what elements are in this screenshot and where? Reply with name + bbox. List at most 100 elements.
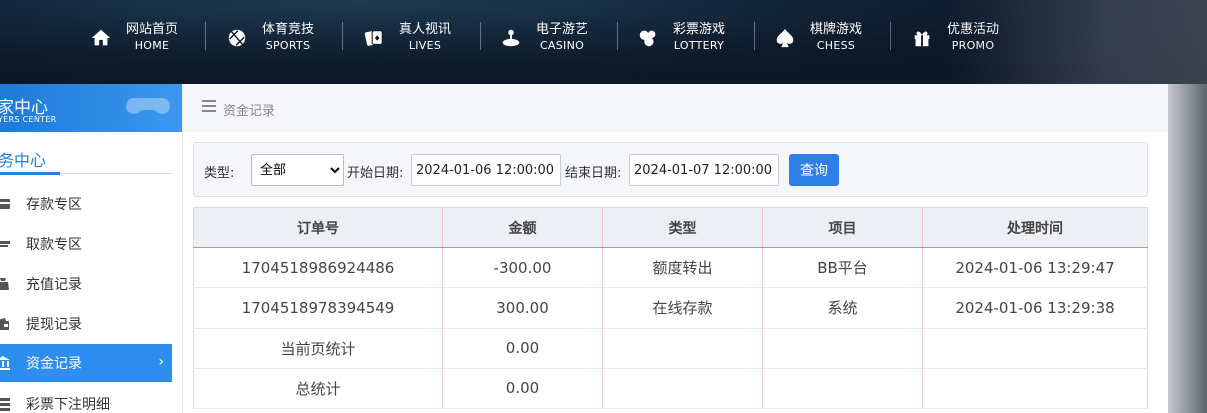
menu-icon <box>202 100 216 112</box>
nav-sublabel: CASINO <box>539 39 585 52</box>
sidebar-item-label: 充值记录 <box>26 277 82 293</box>
nav-label: 彩票游戏 <box>673 22 726 37</box>
cell-empty <box>602 328 763 369</box>
cell-empty <box>762 328 923 369</box>
sidebar-item-label: 取款专区 <box>26 237 82 253</box>
page-summary-row: 当前页统计 0.00 <box>193 328 1148 369</box>
nav-label: 体育竞技 <box>262 22 315 37</box>
end-date-input[interactable] <box>629 154 779 186</box>
start-date-input[interactable] <box>411 154 561 186</box>
nav-divider <box>342 22 343 50</box>
cell-empty <box>762 368 923 410</box>
cell-summary-label: 总统计 <box>193 368 443 410</box>
nav-label: 棋牌游戏 <box>810 22 863 37</box>
nav-sublabel: HOME <box>134 39 170 52</box>
nav-lottery[interactable]: 彩票游戏 LOTTERY <box>635 18 725 58</box>
sidebar-item-deposit[interactable]: 存款专区 <box>0 185 172 223</box>
sidebar-item-label: 存款专区 <box>26 197 82 213</box>
end-date-label: 结束日期: <box>565 166 622 181</box>
section-underline <box>0 172 60 175</box>
table-row: 1704518986924486 -300.00 额度转出 BB平台 2024-… <box>193 247 1148 289</box>
nav-chess[interactable]: 棋牌游戏 CHESS <box>772 18 862 58</box>
page-edge-shade <box>1167 84 1207 413</box>
sidebar-item-label: 提现记录 <box>26 317 82 333</box>
cell-empty <box>602 368 763 410</box>
home-icon <box>88 25 114 51</box>
bank-icon <box>0 356 10 370</box>
col-order-no: 订单号 <box>193 207 443 248</box>
nav-sports[interactable]: 体育竞技 SPORTS <box>224 18 314 58</box>
nav-home[interactable]: 网站首页 HOME <box>88 18 178 58</box>
cell-summary-label: 当前页统计 <box>193 328 443 369</box>
chevron-right-icon: › <box>158 354 164 370</box>
cell-amount: -300.00 <box>442 247 603 289</box>
cell-empty <box>922 328 1148 369</box>
sidebar-item-withdraw[interactable]: 取款专区 <box>0 225 172 263</box>
sidebar-section-title: 务中心 <box>0 151 47 170</box>
list-icon <box>0 397 10 411</box>
cell-empty <box>922 368 1148 410</box>
gift-icon <box>909 25 935 51</box>
filter-bar: 类型: 全部 开始日期: 结束日期: 查询 <box>193 142 1148 197</box>
cell-type: 在线存款 <box>602 287 763 329</box>
table-row: 1704518978394549 300.00 在线存款 系统 2024-01-… <box>193 287 1148 329</box>
nav-divider <box>480 22 481 50</box>
col-type: 类型 <box>602 207 763 248</box>
nav-sublabel: LOTTERY <box>673 39 725 52</box>
card-icon <box>0 197 10 211</box>
cell-summary-amount: 0.00 <box>442 368 603 410</box>
cards-icon <box>361 25 387 51</box>
nav-casino[interactable]: 电子游艺 CASINO <box>498 18 588 58</box>
start-date-label: 开始日期: <box>347 166 404 181</box>
col-item: 项目 <box>762 207 923 248</box>
breadcrumb: 资金记录 <box>183 84 1168 132</box>
nav-promo[interactable]: 优惠活动 PROMO <box>909 18 999 58</box>
sidebar-item-label: 资金记录 <box>26 356 82 372</box>
sidebar-section: 务中心 <box>0 138 172 175</box>
cell-order-no: 1704518986924486 <box>193 247 443 289</box>
bag-icon <box>0 277 10 291</box>
sidebar-item-withdraw-records[interactable]: 提现记录 <box>0 305 172 343</box>
sidebar-subtitle: YERS CENTER <box>0 115 57 124</box>
top-navigation: 网站首页 HOME 体育竞技 SPORTS 真人视讯 LIVES 电子游艺 CASINO… <box>0 0 1207 84</box>
spade-icon <box>772 25 798 51</box>
cell-time: 2024-01-06 13:29:47 <box>922 247 1148 289</box>
cell-time: 2024-01-06 13:29:38 <box>922 287 1148 329</box>
gamepad-icon <box>126 98 170 114</box>
joystick-icon <box>498 25 524 51</box>
lottery-balls-icon <box>635 25 661 51</box>
sidebar-item-lottery-bets[interactable]: 彩票下注明细 <box>0 385 172 413</box>
nav-sublabel: SPORTS <box>265 39 311 52</box>
nav-sublabel: CHESS <box>816 39 856 52</box>
cell-amount: 300.00 <box>442 287 603 329</box>
sidebar-item-fund-records[interactable]: 资金记录 › <box>0 344 172 382</box>
col-amount: 金额 <box>442 207 603 248</box>
sidebar-header: 家中心 YERS CENTER <box>0 84 182 132</box>
cell-summary-amount: 0.00 <box>442 328 603 369</box>
nav-label: 网站首页 <box>126 22 179 37</box>
main-panel: 资金记录 类型: 全部 开始日期: 结束日期: 查询 订单号 金额 类型 项目 … <box>183 84 1168 413</box>
cash-icon <box>0 237 10 251</box>
cell-type: 额度转出 <box>602 247 763 289</box>
cell-item: 系统 <box>762 287 923 329</box>
col-time: 处理时间 <box>922 207 1148 248</box>
type-label: 类型: <box>204 166 235 181</box>
query-button[interactable]: 查询 <box>789 154 839 186</box>
table-header-row: 订单号 金额 类型 项目 处理时间 <box>193 207 1148 248</box>
sidebar-item-label: 彩票下注明细 <box>26 397 110 413</box>
nav-sublabel: PROMO <box>951 39 995 52</box>
nav-divider <box>205 22 206 50</box>
cell-item: BB平台 <box>762 247 923 289</box>
ball-icon <box>224 25 250 51</box>
sidebar: 家中心 YERS CENTER 务中心 存款专区 取款专区 充值记录 提现记录 … <box>0 84 182 413</box>
fund-records-table: 订单号 金额 类型 项目 处理时间 1704518986924486 -300.… <box>193 207 1148 410</box>
nav-label: 真人视讯 <box>399 22 452 37</box>
sidebar-item-recharge-records[interactable]: 充值记录 <box>0 265 172 303</box>
nav-sublabel: LIVES <box>408 39 442 52</box>
nav-label: 电子游艺 <box>536 22 589 37</box>
nav-divider <box>754 22 755 50</box>
total-summary-row: 总统计 0.00 <box>193 368 1148 410</box>
nav-lives[interactable]: 真人视讯 LIVES <box>361 18 451 58</box>
wallet-icon <box>0 317 10 331</box>
type-select[interactable]: 全部 <box>251 154 344 186</box>
